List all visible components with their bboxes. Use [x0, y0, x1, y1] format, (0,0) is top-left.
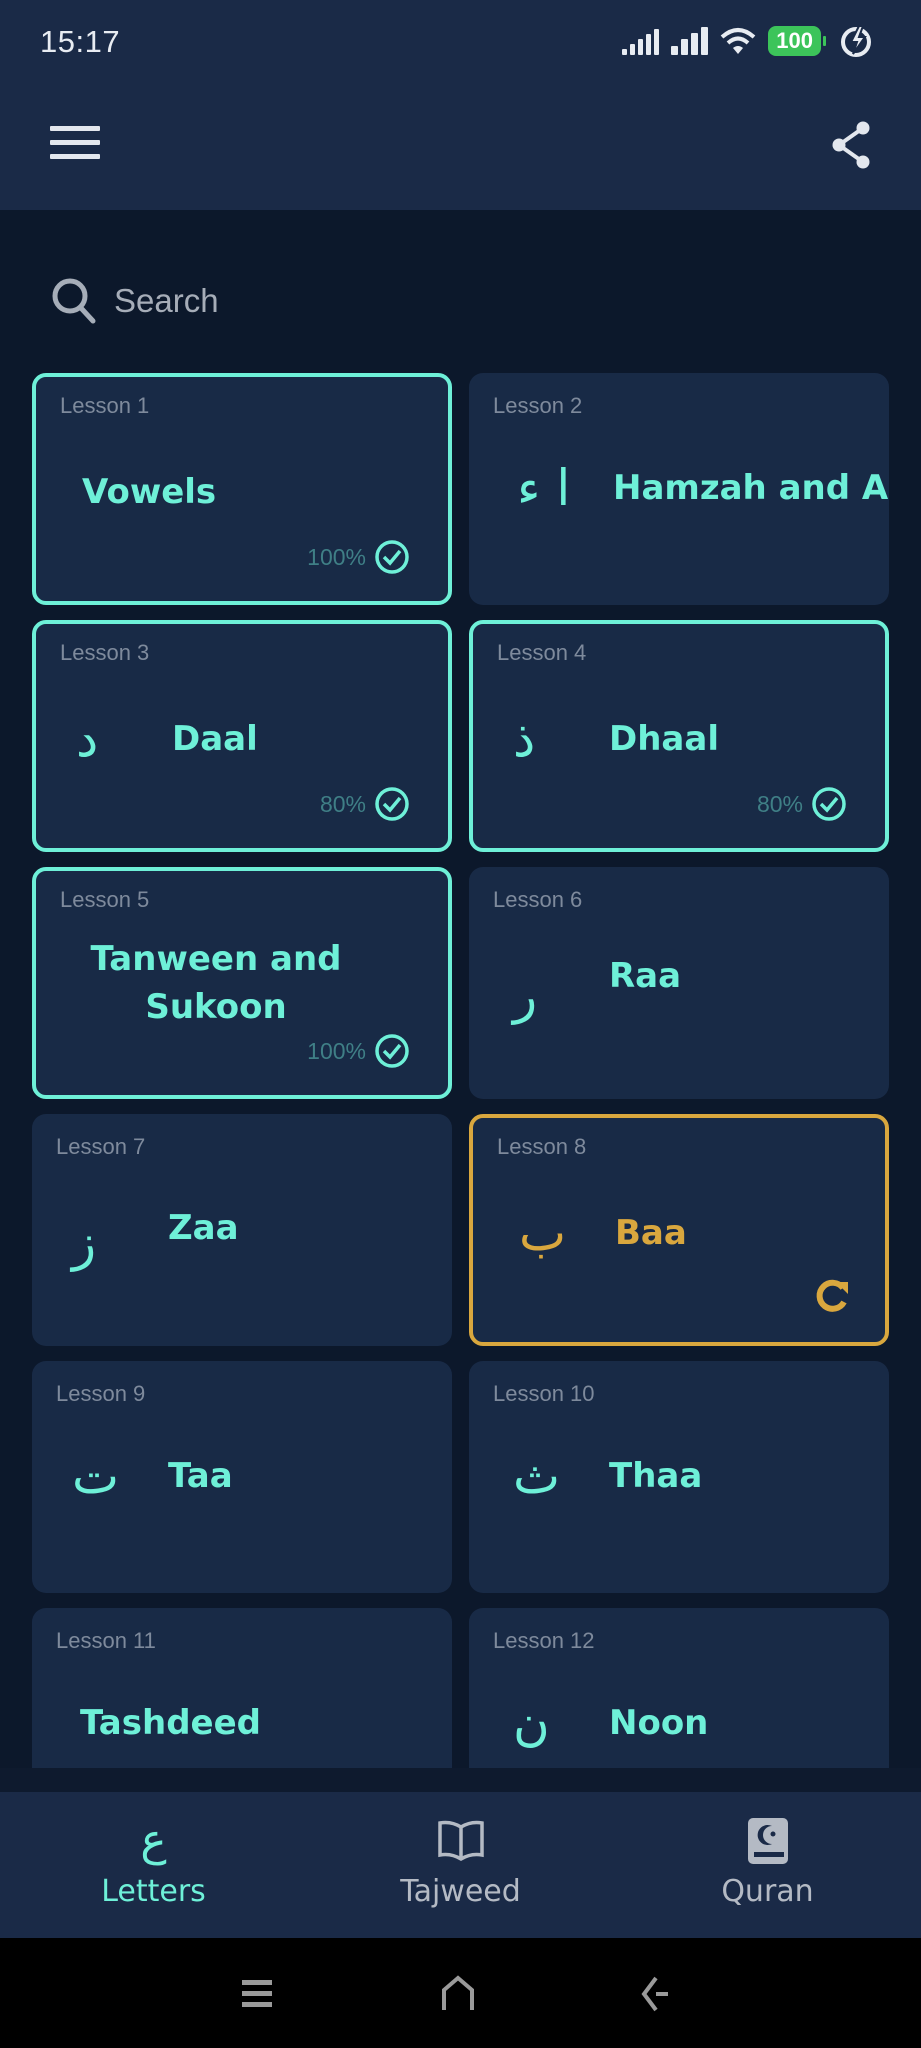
quran-book-icon: [747, 1818, 788, 1864]
lesson-number: Lesson 7: [56, 1134, 146, 1159]
progress-percent: 100%: [307, 543, 366, 570]
open-book-icon: [437, 1820, 484, 1862]
arabic-letter: ذ: [513, 710, 536, 768]
bottom-navigation: ع Letters Tajweed Quran: [0, 1792, 921, 1938]
lesson-title: Thaa: [609, 1456, 703, 1496]
lesson-number: Lesson 8: [497, 1134, 587, 1159]
arabic-letter: د: [76, 710, 99, 768]
system-navigation-bar: [0, 1938, 921, 2048]
lesson-title: Dhaal: [609, 719, 719, 759]
lesson-card-10[interactable]: Lesson 10 ث Thaa: [469, 1361, 889, 1593]
lesson-progress: 80%: [757, 786, 847, 822]
status-bar: 15:17 100: [0, 0, 921, 86]
arabic-letter: ن: [513, 1694, 550, 1752]
lesson-number: Lesson 1: [60, 393, 150, 418]
lesson-number: Lesson 12: [493, 1628, 595, 1653]
lesson-card-7[interactable]: Lesson 7 ز Zaa: [32, 1114, 452, 1346]
share-icon[interactable]: [829, 120, 873, 170]
status-icons: 100: [622, 24, 873, 58]
lesson-number: Lesson 9: [56, 1381, 146, 1406]
nav-tab-tajweed[interactable]: Tajweed: [307, 1792, 614, 1938]
back-icon[interactable]: [636, 1974, 680, 2014]
arabic-letter: ت: [72, 1447, 120, 1505]
lesson-title: Taa: [168, 1456, 233, 1496]
nav-label: Tajweed: [400, 1874, 521, 1909]
lesson-title: Hamzah and Ali: [613, 468, 889, 508]
arabic-letter: ب: [519, 1204, 567, 1262]
search-placeholder: Search: [114, 282, 219, 319]
refresh-icon[interactable]: [811, 1274, 853, 1316]
lesson-card-1[interactable]: Lesson 1 Vowels 100%: [32, 373, 452, 605]
lesson-number: Lesson 5: [60, 887, 150, 912]
check-circle-icon: [375, 540, 409, 574]
lesson-number: Lesson 4: [497, 640, 587, 665]
lesson-title: Noon: [609, 1703, 709, 1743]
lesson-card-2[interactable]: Lesson 2 ا ء Hamzah and Ali: [469, 373, 889, 605]
lesson-card-12[interactable]: Lesson 12 ن Noon: [469, 1608, 889, 1768]
progress-percent: 80%: [756, 790, 803, 817]
lesson-content: Search Lesson 1 Vowels 100% Lesson 2 ا ء…: [0, 210, 921, 1768]
lesson-card-3[interactable]: Lesson 3 د Daal 80%: [32, 620, 452, 852]
wifi-icon: [720, 28, 756, 54]
arabic-letter-ain-icon: ع: [140, 1815, 167, 1866]
signal-icon-2: [671, 27, 709, 55]
lesson-card-5[interactable]: Lesson 5 Tanween and Sukoon 100%: [32, 867, 452, 1099]
search-icon: [52, 278, 96, 324]
arabic-letter: ز: [72, 1214, 97, 1272]
progress-percent: 80%: [319, 790, 366, 817]
lesson-card-6[interactable]: Lesson 6 ر Raa: [469, 867, 889, 1099]
charging-icon: [841, 25, 871, 57]
signal-icon-1: [622, 27, 660, 55]
search-input[interactable]: Search: [50, 272, 870, 330]
lesson-progress: 100%: [307, 1033, 410, 1069]
app-bar: [0, 86, 921, 210]
lesson-progress: 80%: [320, 786, 410, 822]
battery-icon: 100: [768, 26, 826, 56]
nav-tab-letters[interactable]: ع Letters: [0, 1792, 307, 1938]
hamburger-menu-icon[interactable]: [50, 126, 100, 166]
lesson-card-4[interactable]: Lesson 4 ذ Dhaal 80%: [469, 620, 889, 852]
nav-label: Quran: [721, 1874, 814, 1909]
arabic-letter: ا ء: [517, 459, 571, 517]
lesson-title: Tashdeed: [80, 1703, 261, 1743]
lesson-card-11[interactable]: Lesson 11 Tashdeed: [32, 1608, 452, 1768]
lesson-number: Lesson 2: [493, 393, 583, 418]
lesson-title: Daal: [172, 719, 258, 759]
check-circle-icon: [812, 787, 846, 821]
home-icon[interactable]: [436, 1974, 480, 2014]
lesson-title: Zaa: [168, 1208, 239, 1248]
lesson-number: Lesson 10: [493, 1381, 595, 1406]
lesson-title: Baa: [615, 1213, 687, 1253]
lesson-title: Raa: [609, 956, 682, 996]
progress-percent: 100%: [307, 1037, 366, 1064]
lesson-number: Lesson 3: [60, 640, 150, 665]
check-circle-icon: [375, 787, 409, 821]
arabic-letter: ث: [513, 1447, 561, 1505]
nav-label: Letters: [101, 1874, 206, 1909]
recents-icon[interactable]: [236, 1974, 280, 2014]
status-time: 15:17: [40, 24, 121, 59]
lesson-title: Vowels: [82, 472, 217, 512]
nav-tab-quran[interactable]: Quran: [614, 1792, 921, 1938]
lesson-card-9[interactable]: Lesson 9 ت Taa: [32, 1361, 452, 1593]
lesson-progress: 100%: [307, 539, 410, 575]
arabic-letter: ر: [513, 967, 538, 1025]
check-circle-icon: [375, 1034, 409, 1068]
lesson-title: Tanween and Sukoon: [90, 939, 342, 1027]
lesson-number: Lesson 11: [56, 1628, 156, 1653]
lesson-number: Lesson 6: [493, 887, 583, 912]
lesson-card-8[interactable]: Lesson 8 ب Baa: [469, 1114, 889, 1346]
